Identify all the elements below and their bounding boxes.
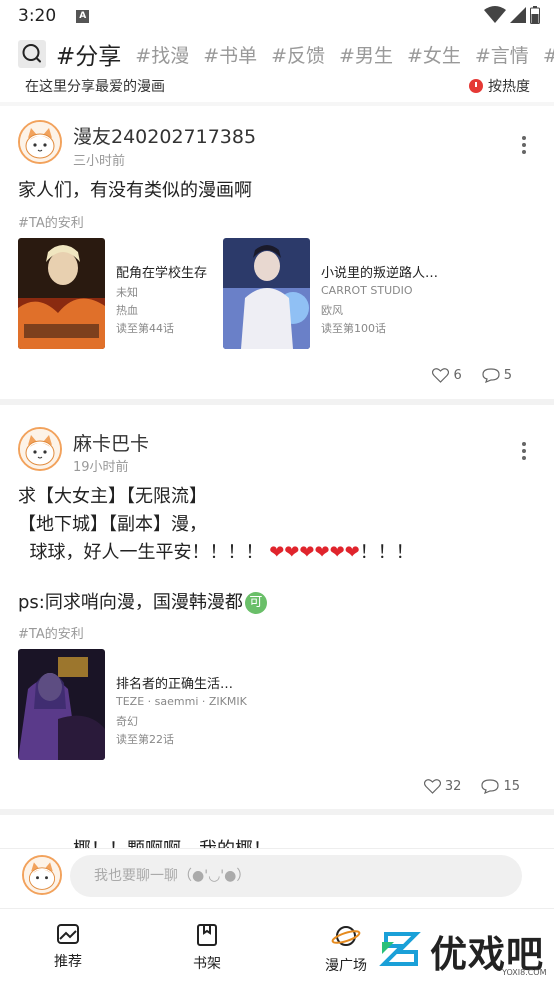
comic-title: 排名者的正确生活… [116,677,234,692]
tab-booklist[interactable]: #书单 [203,41,257,68]
post-content: 家人们，有没有类似的漫画啊 [18,180,252,201]
nav-plaza[interactable]: 漫广场 [315,923,377,975]
comic-cover [18,238,105,349]
tab-find[interactable]: #找漫 [135,41,189,68]
nav-label: 推荐 [54,954,82,970]
cat-avatar-icon [20,429,60,469]
sort-label: 按热度 [488,79,530,95]
post-content-line: 求【大女主】【无限流】 [18,486,207,507]
like-button[interactable]: 32 [423,779,462,794]
post-stats: 32 15 [404,779,520,794]
watermark-url: YOXI8.COM [502,968,547,977]
tab-male[interactable]: #男生 [339,41,393,68]
comment-count: 15 [503,779,520,794]
my-avatar[interactable] [22,855,62,895]
search-button[interactable] [18,40,46,68]
comic-card[interactable]: 配角在学校生存 未知 热血 读至第44话 [18,238,218,349]
chat-input[interactable]: 我也要聊一聊（●'◡'●） [70,855,522,897]
username[interactable]: 漫友240202717385 [73,122,256,149]
cat-avatar-icon [20,122,60,162]
post-content-line: 球球，好人一生平安！！！！ ❤❤❤❤❤❤！！！ [29,542,414,563]
category-tabs: #分享 #找漫 #书单 #反馈 #男生 #女生 #言情 #耽美 # [0,36,554,72]
comic-cover [18,649,105,760]
like-count: 6 [453,368,462,383]
section-description: 在这里分享最爱的漫画 [25,79,165,95]
comment-button[interactable]: 5 [482,368,512,383]
divider [0,809,554,815]
comic-cover [223,238,310,349]
status-icons [484,6,540,24]
post-time: 19小时前 [73,460,129,475]
post-content-line: 【地下城】【副本】漫， [18,514,207,535]
post-ps-text: ps:同求哨向漫，国漫韩漫都 [18,592,243,613]
comic-genre: 欧风 [321,304,343,317]
comic-title: 配角在学校生存 [116,266,208,281]
comic-progress: 读至第22话 [116,733,174,746]
post-card[interactable]: 漫友240202717385 三小时前 家人们，有没有类似的漫画啊 #TA的安利… [0,106,554,398]
status-time: 3:20 [18,6,57,26]
avatar[interactable] [18,120,62,164]
signal-icon [510,7,526,23]
chat-bar: 我也要聊一聊（●'◡'●） [0,848,554,906]
battery-icon [530,6,540,24]
post-ps-line: ps:同求哨向漫，国漫韩漫都 可 [18,589,267,617]
more-options-icon[interactable] [522,136,526,157]
partial-post-text: 椰！！颗啊啊，我的椰！ [73,836,271,848]
comic-card[interactable]: 排名者的正确生活… TEZE · saemmi · ZIKMIK 奇幻 读至第2… [18,649,258,760]
comic-progress: 读至第100话 [321,322,386,335]
like-button[interactable]: 6 [432,368,462,383]
search-icon [22,44,41,63]
heart-icon [423,779,441,794]
planet-icon [331,926,361,946]
post-stats: 6 5 [412,368,512,383]
tab-female[interactable]: #女生 [407,41,461,68]
comic-genre: 热血 [116,304,138,317]
ps-badge-icon: 可 [244,592,267,614]
tab-share[interactable]: #分享 [56,37,121,71]
tab-list: #分享 #找漫 #书单 #反馈 #男生 #女生 #言情 #耽美 # [56,36,554,72]
tab-bl[interactable]: #耽美 [543,41,554,68]
status-bar: 3:20 A [0,0,554,32]
nav-recommend[interactable]: 推荐 [38,923,98,971]
tab-feedback[interactable]: #反馈 [271,41,325,68]
hot-icon [469,79,483,93]
book-icon [197,924,217,946]
watermark-logo: 优戏吧 YOXI8.COM [376,920,554,984]
comic-title: 小说里的叛逆路人… [321,266,439,281]
comment-icon [481,779,500,794]
nav-bookshelf[interactable]: 书架 [177,923,237,973]
wifi-icon [484,6,506,23]
comic-author: TEZE · saemmi · ZIKMIK [116,695,247,708]
post-tag[interactable]: #TA的安利 [18,212,84,231]
post-time: 三小时前 [73,154,126,169]
post-card[interactable]: 麻卡巴卡 19小时前 求【大女主】【无限流】 【地下城】【副本】漫， 球球，好人… [0,405,554,808]
comment-button[interactable]: 15 [481,779,520,794]
sort-button[interactable]: 按热度 [469,76,530,96]
comic-progress: 读至第44话 [116,322,174,335]
comment-icon [482,368,500,383]
tab-romance[interactable]: #言情 [475,41,529,68]
cat-avatar-icon [24,857,60,893]
more-options-icon[interactable] [522,442,526,463]
comic-card[interactable]: 小说里的叛逆路人… CARROT STUDIO 欧风 读至第100话 [223,238,448,349]
logo-icon [379,932,421,966]
comic-author: 未知 [116,286,138,299]
comment-count: 5 [503,368,512,383]
post-tag[interactable]: #TA的安利 [18,623,84,642]
picture-icon [57,924,79,944]
heart-icon [432,368,450,383]
username[interactable]: 麻卡巴卡 [73,429,149,456]
nav-label: 漫广场 [325,958,367,974]
notification-icon: A [76,9,90,23]
like-count: 32 [444,779,462,794]
avatar[interactable] [18,427,62,471]
nav-label: 书架 [193,956,221,972]
comic-author: CARROT STUDIO [321,284,413,297]
comic-genre: 奇幻 [116,715,138,728]
